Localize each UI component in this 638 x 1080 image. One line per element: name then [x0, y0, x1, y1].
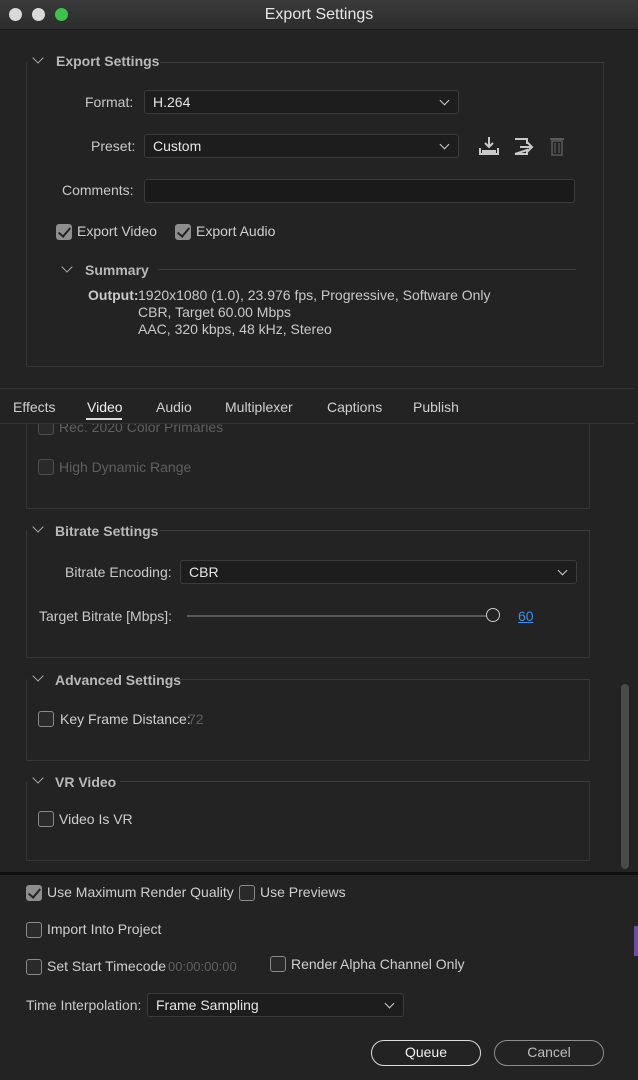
video-is-vr-label: Video Is VR: [59, 811, 133, 827]
summary-line: AAC, 320 kbps, 48 kHz, Stereo: [138, 321, 332, 337]
import-into-project-checkbox[interactable]: [26, 922, 42, 938]
preset-dropdown[interactable]: Custom: [144, 134, 459, 158]
export-audio-checkbox[interactable]: [175, 224, 191, 240]
import-into-project-label: Import Into Project: [47, 921, 162, 937]
format-value: H.264: [153, 94, 191, 110]
format-label: Format:: [85, 94, 134, 110]
alpha-channel-checkbox[interactable]: [270, 956, 286, 972]
tab-video[interactable]: Video: [87, 399, 123, 415]
max-quality-label: Use Maximum Render Quality: [47, 884, 234, 900]
divider: [160, 530, 590, 531]
rec2020-checkbox[interactable]: [38, 424, 54, 435]
divider: [120, 781, 590, 782]
queue-button[interactable]: Queue: [371, 1040, 481, 1066]
time-interpolation-dropdown[interactable]: Frame Sampling: [147, 993, 404, 1017]
summary-line: 1920x1080 (1.0), 23.976 fps, Progressive…: [138, 287, 491, 303]
divider: [176, 679, 590, 680]
start-timecode-value[interactable]: 00:00:00:00: [168, 959, 237, 974]
bitrate-panel: [26, 530, 590, 658]
bottom-divider: [0, 872, 638, 875]
save-preset-icon[interactable]: [478, 136, 500, 156]
bitrate-heading: Bitrate Settings: [55, 523, 159, 539]
scrollbar-thumb[interactable]: [621, 684, 629, 869]
bitrate-encoding-label: Bitrate Encoding:: [65, 564, 172, 580]
max-quality-checkbox[interactable]: [26, 885, 42, 901]
active-tab-underline: [86, 418, 122, 420]
rec2020-label: Rec. 2020 Color Primaries: [59, 424, 224, 435]
target-bitrate-slider-track[interactable]: [187, 615, 499, 617]
key-frame-checkbox[interactable]: [38, 711, 54, 727]
export-video-checkbox[interactable]: [56, 224, 72, 240]
target-bitrate-value[interactable]: 60: [518, 608, 534, 624]
target-bitrate-slider-thumb[interactable]: [485, 608, 500, 622]
divider: [158, 269, 576, 270]
title-bar: Export Settings: [0, 0, 638, 30]
export-settings-heading: Export Settings: [56, 53, 160, 69]
video-is-vr-checkbox[interactable]: [38, 811, 54, 827]
preset-value: Custom: [153, 138, 202, 154]
target-bitrate-label: Target Bitrate [Mbps]:: [39, 608, 173, 624]
summary-heading: Summary: [85, 262, 149, 278]
format-dropdown[interactable]: H.264: [144, 90, 459, 114]
divider: [160, 62, 604, 63]
start-timecode-checkbox[interactable]: [26, 959, 42, 975]
alpha-channel-label: Render Alpha Channel Only: [291, 956, 465, 972]
export-video-label: Export Video: [77, 223, 157, 239]
chevron-down-icon: [439, 139, 450, 150]
background-window-edge: [634, 926, 638, 956]
comments-label: Comments:: [62, 182, 134, 198]
window-title: Export Settings: [264, 6, 374, 23]
hdr-checkbox[interactable]: [38, 459, 54, 475]
vr-heading: VR Video: [55, 774, 117, 790]
use-previews-label: Use Previews: [260, 884, 346, 900]
tab-publish[interactable]: Publish: [413, 399, 459, 415]
bitrate-encoding-dropdown[interactable]: CBR: [180, 560, 577, 584]
time-interpolation-label: Time Interpolation:: [26, 997, 142, 1013]
tab-audio[interactable]: Audio: [156, 399, 192, 415]
delete-preset-icon[interactable]: [549, 136, 565, 156]
summary-line: CBR, Target 60.00 Mbps: [138, 304, 292, 320]
tab-captions[interactable]: Captions: [327, 399, 382, 415]
advanced-heading: Advanced Settings: [55, 672, 182, 688]
start-timecode-label: Set Start Timecode: [47, 958, 167, 974]
comments-input[interactable]: [144, 179, 575, 203]
use-previews-checkbox[interactable]: [239, 885, 255, 901]
import-preset-icon[interactable]: [512, 136, 534, 156]
time-interpolation-value: Frame Sampling: [156, 997, 259, 1013]
chevron-down-icon: [384, 998, 395, 1009]
bitrate-encoding-value: CBR: [189, 564, 219, 580]
chevron-down-icon: [557, 565, 568, 576]
output-label: Output:: [88, 287, 139, 303]
key-frame-label: Key Frame Distance:: [60, 711, 191, 727]
cancel-button[interactable]: Cancel: [494, 1040, 604, 1066]
export-audio-label: Export Audio: [196, 223, 276, 239]
video-settings-scroll-area[interactable]: Rec. 2020 Color Primaries High Dynamic R…: [0, 424, 638, 872]
hdr-label: High Dynamic Range: [59, 459, 192, 475]
preset-label: Preset:: [91, 138, 136, 154]
tab-effects[interactable]: Effects: [13, 399, 56, 415]
key-frame-value: 72: [188, 711, 204, 727]
chevron-down-icon: [439, 95, 450, 106]
tab-multiplexer[interactable]: Multiplexer: [225, 399, 293, 415]
